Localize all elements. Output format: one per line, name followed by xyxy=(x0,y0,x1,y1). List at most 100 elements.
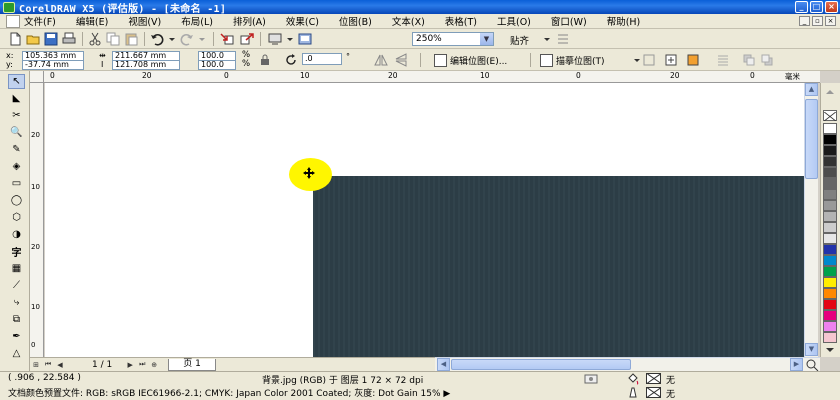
outline-pen-tool-icon[interactable]: △ xyxy=(8,346,25,361)
color-swatch[interactable] xyxy=(823,222,837,233)
no-color-swatch[interactable] xyxy=(823,110,837,122)
launcher-dropdown-icon[interactable] xyxy=(283,32,297,46)
color-swatch[interactable] xyxy=(823,288,837,299)
print-icon[interactable] xyxy=(62,32,76,46)
navigator-icon[interactable] xyxy=(805,358,819,372)
add-page-icon[interactable]: ⊕ xyxy=(148,361,160,369)
color-swatch[interactable] xyxy=(823,156,837,167)
edit-bitmap-button[interactable]: 编辑位图(E)... xyxy=(434,52,507,68)
menu-text[interactable]: 文本(X) xyxy=(392,14,425,28)
outline-color-swatch[interactable] xyxy=(646,387,661,398)
drawing-canvas[interactable] xyxy=(45,83,804,357)
color-profile-info[interactable]: 文档颜色预置文件: RGB: sRGB IEC61966-2.1; CMYK: … xyxy=(8,386,450,399)
page-last-icon[interactable]: ⏭ xyxy=(136,360,148,369)
eyedropper-tool-icon[interactable]: ✒ xyxy=(8,329,25,344)
fill-color-swatch[interactable] xyxy=(646,373,661,384)
color-swatch[interactable] xyxy=(823,332,837,343)
page-first-icon[interactable]: ⏮ xyxy=(42,360,54,369)
redo-icon[interactable] xyxy=(180,32,194,46)
open-folder-icon[interactable] xyxy=(26,32,40,46)
rotation-angle-field[interactable]: .0 xyxy=(302,53,342,65)
trace-bitmap-button[interactable]: 描摹位图(T) xyxy=(540,52,605,68)
export-icon[interactable] xyxy=(240,32,254,46)
parallel-dimension-tool-icon[interactable]: ⟋ xyxy=(8,278,25,293)
menu-layout[interactable]: 布局(L) xyxy=(181,14,213,28)
table-tool-icon[interactable]: ▦ xyxy=(8,261,25,276)
undo-dropdown-icon[interactable] xyxy=(165,32,179,46)
color-swatch[interactable] xyxy=(823,134,837,145)
mirror-horizontal-icon[interactable] xyxy=(374,53,388,67)
vertical-scroll-thumb[interactable] xyxy=(805,99,818,179)
color-swatch[interactable] xyxy=(823,244,837,255)
menu-arrange[interactable]: 排列(A) xyxy=(233,14,266,28)
doc-restore-button[interactable]: ▫ xyxy=(812,16,823,26)
shape-tool-icon[interactable]: ◣ xyxy=(8,91,25,106)
basic-shapes-tool-icon[interactable]: ◑ xyxy=(8,227,25,242)
color-swatch[interactable] xyxy=(823,266,837,277)
first-page-icon[interactable]: ⊞ xyxy=(30,361,42,369)
color-swatch[interactable] xyxy=(823,178,837,189)
snap-dropdown-icon[interactable] xyxy=(540,32,554,46)
resample-icon[interactable] xyxy=(664,53,678,67)
y-position-field[interactable]: -37.74 mm xyxy=(22,60,84,70)
page-tab[interactable]: 页 1 xyxy=(168,358,216,371)
horizontal-scrollbar[interactable]: ◀ ▶ xyxy=(435,357,820,372)
doc-minimize-button[interactable]: _ xyxy=(799,16,810,26)
menu-bitmaps[interactable]: 位图(B) xyxy=(339,14,372,28)
zoom-level-select[interactable]: 250% ▼ xyxy=(412,32,494,46)
doc-close-button[interactable]: × xyxy=(825,16,836,26)
redo-dropdown-icon[interactable] xyxy=(195,32,209,46)
color-swatch[interactable] xyxy=(823,167,837,178)
color-swatch[interactable] xyxy=(823,255,837,266)
scroll-down-icon[interactable]: ▼ xyxy=(805,343,818,356)
new-document-icon[interactable] xyxy=(8,32,22,46)
menu-effects[interactable]: 效果(C) xyxy=(286,14,319,28)
menu-file[interactable]: 文件(F) xyxy=(24,14,56,28)
rectangle-tool-icon[interactable]: ▭ xyxy=(8,176,25,191)
color-swatch[interactable] xyxy=(823,123,837,134)
menu-window[interactable]: 窗口(W) xyxy=(551,14,587,28)
menu-help[interactable]: 帮助(H) xyxy=(607,14,641,28)
options-icon[interactable] xyxy=(556,32,570,46)
pick-tool-icon[interactable]: ↖ xyxy=(8,74,25,89)
ellipse-tool-icon[interactable]: ◯ xyxy=(8,193,25,208)
close-button[interactable]: × xyxy=(825,1,838,13)
mirror-vertical-icon[interactable] xyxy=(394,53,408,67)
document-icon[interactable] xyxy=(6,14,20,28)
lock-ratio-icon[interactable] xyxy=(258,53,272,67)
maximize-button[interactable]: □ xyxy=(810,1,823,13)
horizontal-scroll-thumb[interactable] xyxy=(451,359,631,370)
height-field[interactable]: 121.708 mm xyxy=(112,60,180,70)
color-swatch[interactable] xyxy=(823,277,837,288)
snap-to-menu[interactable]: 贴齐 xyxy=(510,33,529,47)
welcome-screen-icon[interactable] xyxy=(298,32,312,46)
vertical-ruler[interactable]: 20 10 20 10 0 xyxy=(30,83,44,357)
freehand-tool-icon[interactable]: ✎ xyxy=(8,142,25,157)
crop-bitmap-icon[interactable] xyxy=(642,53,656,67)
color-swatch[interactable] xyxy=(823,299,837,310)
color-swatch[interactable] xyxy=(823,189,837,200)
application-launcher-icon[interactable] xyxy=(268,32,282,46)
smart-fill-tool-icon[interactable]: ◈ xyxy=(8,159,25,174)
coreldraw-app-icon[interactable] xyxy=(3,1,15,13)
color-swatch[interactable] xyxy=(823,200,837,211)
menu-tools[interactable]: 工具(O) xyxy=(497,14,531,28)
scroll-left-icon[interactable]: ◀ xyxy=(437,358,450,371)
page-prev-icon[interactable]: ◀ xyxy=(54,361,66,369)
page-next-icon[interactable]: ▶ xyxy=(124,361,136,369)
menu-table[interactable]: 表格(T) xyxy=(445,14,477,28)
menu-edit[interactable]: 编辑(E) xyxy=(76,14,108,28)
wrap-text-icon[interactable] xyxy=(716,53,730,67)
minimize-button[interactable]: _ xyxy=(795,1,808,13)
text-tool-icon[interactable]: 字 xyxy=(8,244,25,259)
color-swatch[interactable] xyxy=(823,145,837,156)
polygon-tool-icon[interactable]: ⬡ xyxy=(8,210,25,225)
color-swatch[interactable] xyxy=(823,321,837,332)
palette-scroll-up-icon[interactable] xyxy=(823,85,837,95)
import-icon[interactable] xyxy=(220,32,234,46)
color-swatch[interactable] xyxy=(823,211,837,222)
save-icon[interactable] xyxy=(44,32,58,46)
undo-icon[interactable] xyxy=(150,32,164,46)
bitmap-color-mask-icon[interactable] xyxy=(686,53,700,67)
crop-tool-icon[interactable]: ✂ xyxy=(8,108,25,123)
